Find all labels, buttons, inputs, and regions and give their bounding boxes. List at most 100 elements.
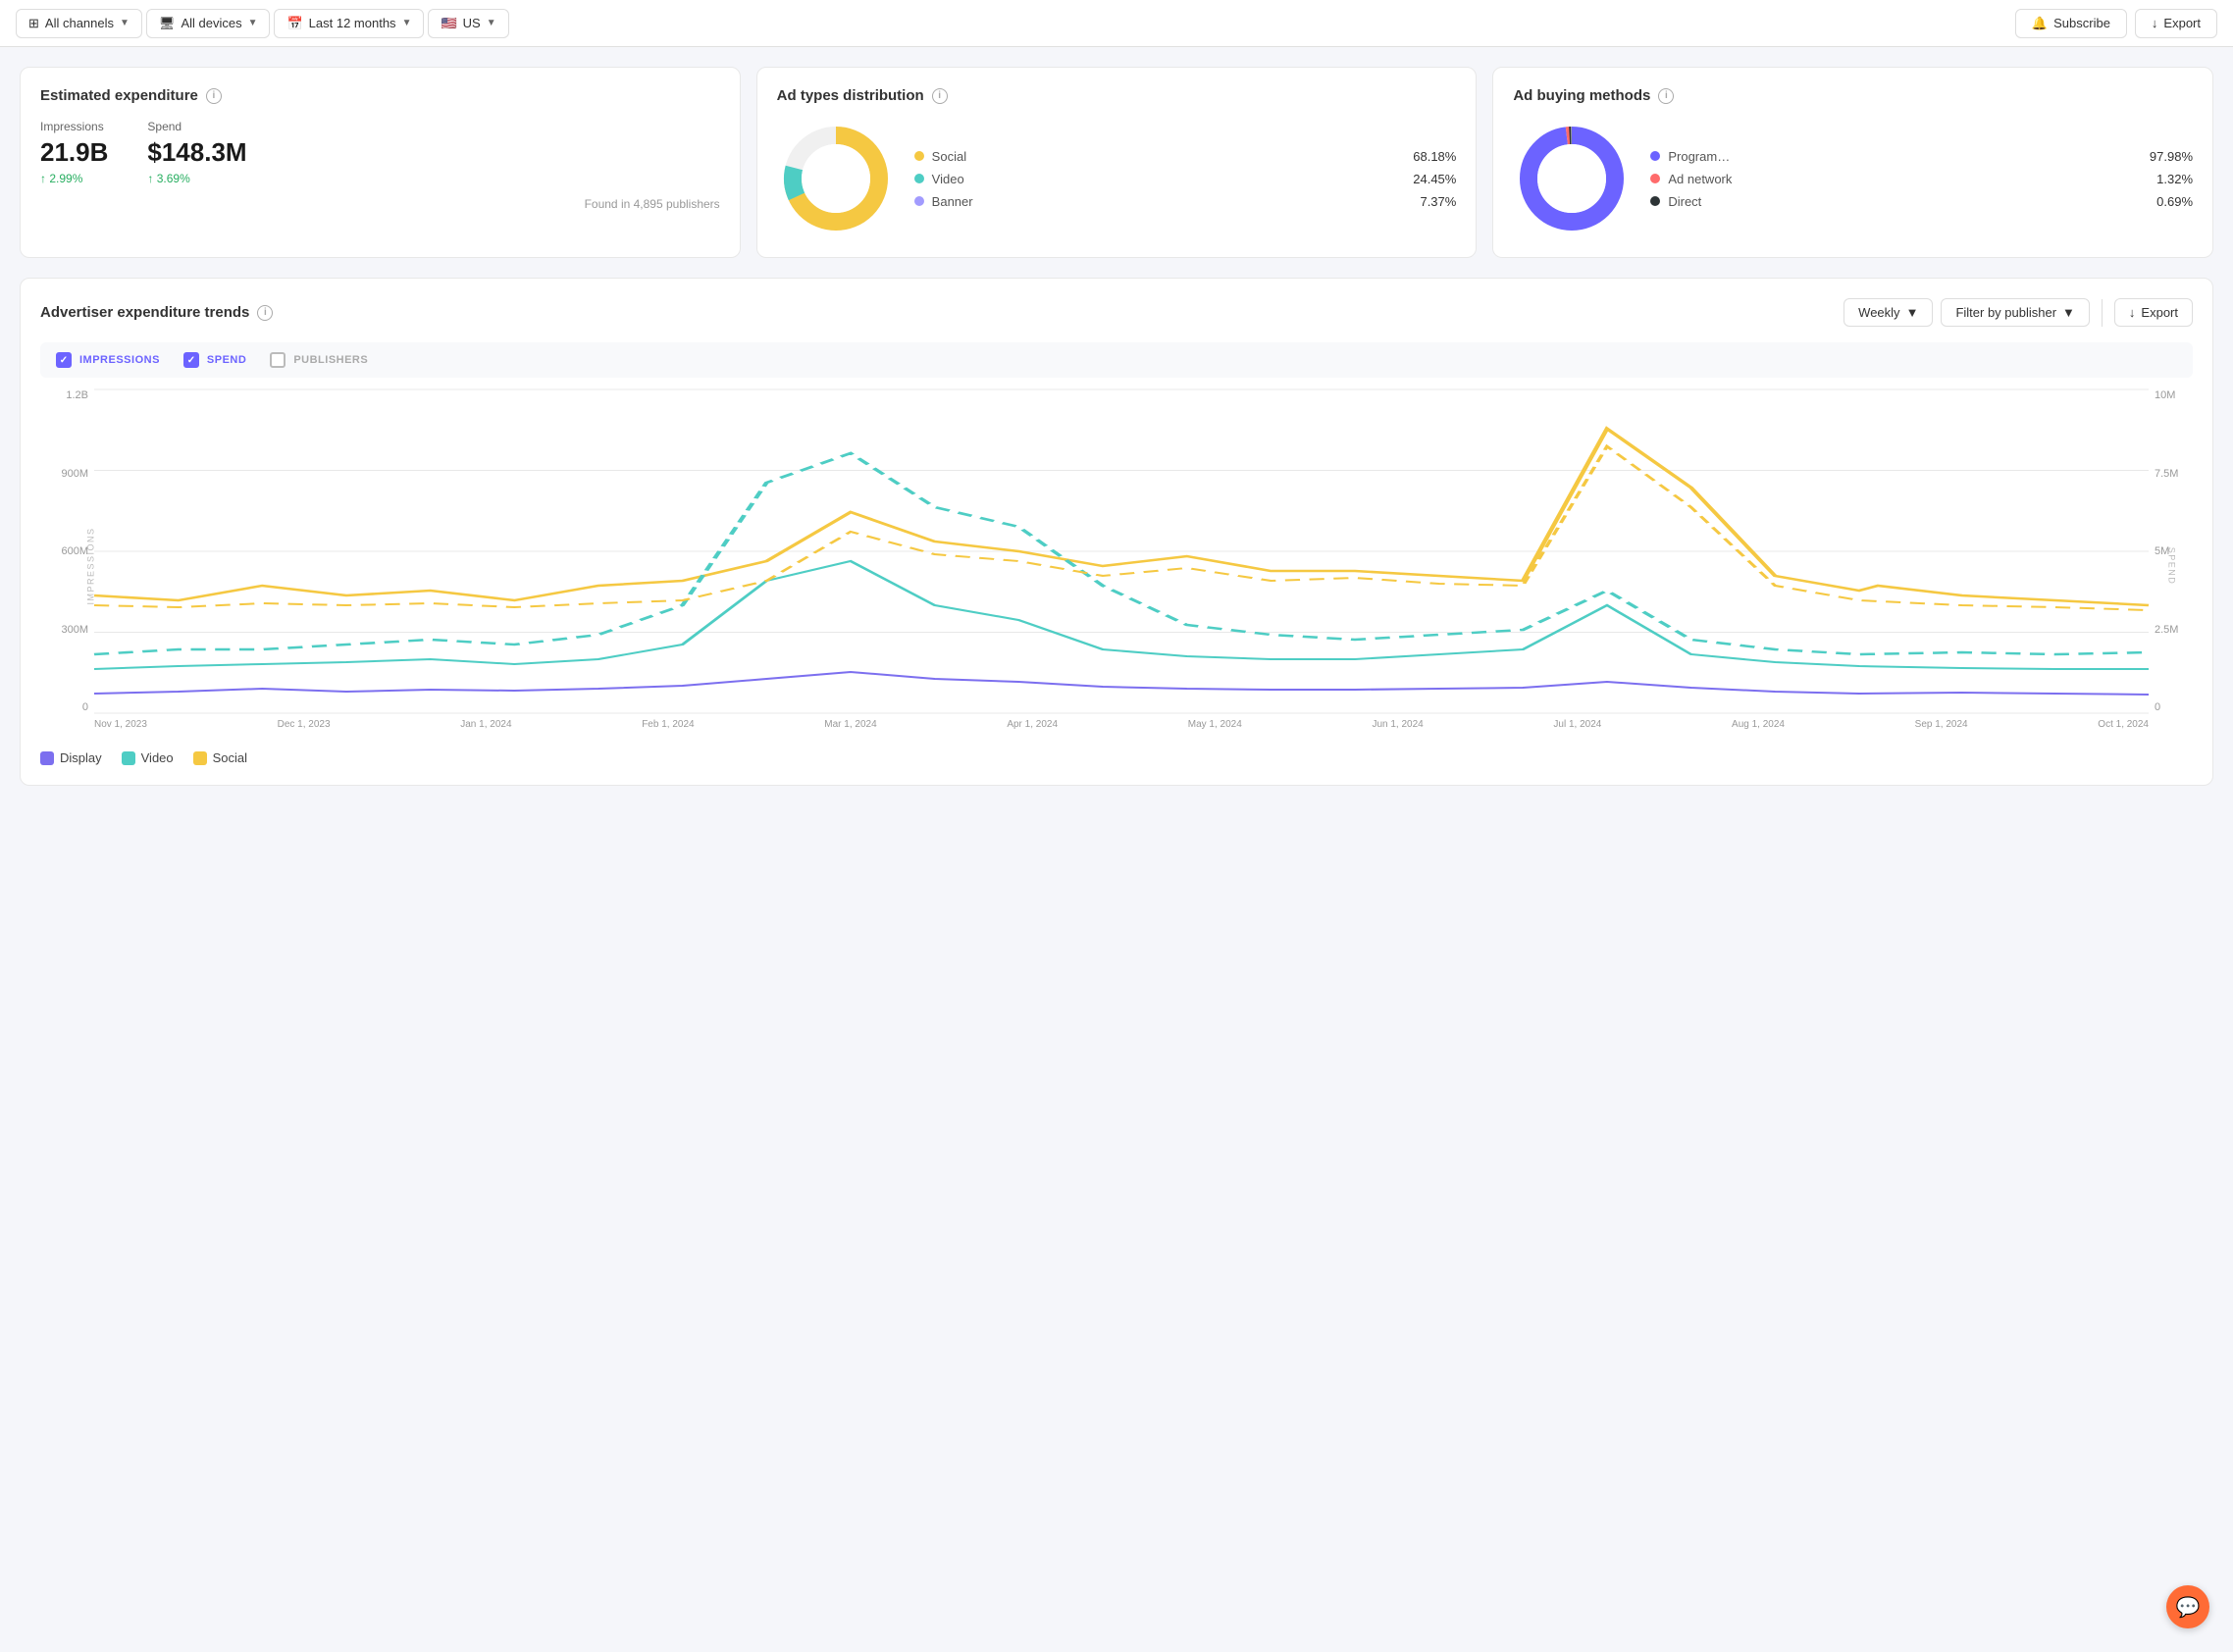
chat-button[interactable]: 💬 <box>2166 1585 2209 1628</box>
social-spend-line <box>94 446 2149 610</box>
impressions-delta: ↑ 2.99% <box>40 172 108 185</box>
legend-programmatic: Program… 97.98% <box>1650 149 2193 164</box>
weekly-button[interactable]: Weekly ▼ <box>1844 298 1933 327</box>
channels-filter[interactable]: ⊞ All channels ▼ <box>16 9 142 38</box>
divider <box>2102 299 2103 327</box>
found-publishers-text: Found in 4,895 publishers <box>40 197 720 211</box>
x-axis: Nov 1, 2023 Dec 1, 2023 Jan 1, 2024 Feb … <box>94 719 2149 743</box>
spend-metric: Spend $148.3M ↑ 3.69% <box>147 120 246 185</box>
video-dashed-line <box>94 453 2149 654</box>
caret-icon4: ▼ <box>487 18 496 28</box>
download-icon: ↓ <box>2152 16 2158 30</box>
social-line <box>94 429 2149 605</box>
subscribe-button[interactable]: 🔔 Subscribe <box>2015 9 2127 38</box>
buying-methods-title: Ad buying methods i <box>1513 87 2193 104</box>
direct-dot <box>1650 196 1660 206</box>
main-content: Estimated expenditure i Impressions 21.9… <box>0 47 2233 805</box>
buying-methods-donut-section: Program… 97.98% Ad network 1.32% Direct … <box>1513 120 2193 237</box>
chat-icon: 💬 <box>2176 1595 2201 1620</box>
devices-label: All devices <box>181 16 241 30</box>
devices-filter[interactable]: 🖥 All devices ▼ <box>146 9 271 38</box>
caret-icon2: ▼ <box>248 18 258 28</box>
impressions-check-box: ✓ <box>56 352 72 368</box>
export-label: Export <box>2163 16 2201 30</box>
display-legend-box <box>40 751 54 765</box>
caret-icon3: ▼ <box>402 18 412 28</box>
impressions-checkbox[interactable]: ✓ IMPRESSIONS <box>56 352 160 368</box>
video-legend-box <box>122 751 135 765</box>
trends-export-label: Export <box>2141 305 2178 320</box>
top-nav: ⊞ All channels ▼ 🖥 All devices ▼ 📅 Last … <box>0 0 2233 47</box>
buying-methods-donut-chart <box>1513 120 1631 237</box>
display-line <box>94 672 2149 695</box>
ad-types-info-icon[interactable]: i <box>932 88 948 104</box>
weekly-caret: ▼ <box>1906 305 1919 320</box>
legend-video-bottom: Video <box>122 750 174 765</box>
trends-header: Advertiser expenditure trends i Weekly ▼… <box>40 298 2193 327</box>
impressions-value: 21.9B <box>40 137 108 168</box>
weekly-label: Weekly <box>1858 305 1899 320</box>
filter-publisher-button[interactable]: Filter by publisher ▼ <box>1941 298 2089 327</box>
export-button[interactable]: ↓ Export <box>2135 9 2217 38</box>
expenditure-card: Estimated expenditure i Impressions 21.9… <box>20 67 741 258</box>
bottom-legend: Display Video Social <box>40 750 2193 765</box>
spend-check-box: ✓ <box>183 352 199 368</box>
spend-value: $148.3M <box>147 137 246 168</box>
checkbox-row: ✓ IMPRESSIONS ✓ SPEND PUBLISHERS <box>40 342 2193 378</box>
subscribe-label: Subscribe <box>2053 16 2110 30</box>
expenditure-metrics: Impressions 21.9B ↑ 2.99% Spend $148.3M … <box>40 120 720 185</box>
publishers-check-box <box>270 352 286 368</box>
impressions-metric: Impressions 21.9B ↑ 2.99% <box>40 120 108 185</box>
trends-download-icon: ↓ <box>2129 305 2136 320</box>
region-label: US <box>463 16 481 30</box>
expenditure-info-icon[interactable]: i <box>206 88 222 104</box>
bell-icon: 🔔 <box>2032 16 2048 31</box>
calendar-icon: 📅 <box>286 16 302 31</box>
publishers-checkbox[interactable]: PUBLISHERS <box>270 352 368 368</box>
ad-types-legend: Social 68.18% Video 24.45% Banner 7.37% <box>914 149 1457 209</box>
date-filter[interactable]: 📅 Last 12 months ▼ <box>274 9 424 38</box>
trends-controls: Weekly ▼ Filter by publisher ▼ ↓ Export <box>1844 298 2193 327</box>
ad-types-card: Ad types distribution i <box>756 67 1478 258</box>
social-legend-box <box>193 751 207 765</box>
spend-axis-label: SPEND <box>2167 547 2177 586</box>
ad-types-donut-section: Social 68.18% Video 24.45% Banner 7.37% <box>777 120 1457 237</box>
main-chart-svg <box>94 389 2149 713</box>
chart-inner <box>94 389 2149 713</box>
buying-methods-card: Ad buying methods i Program <box>1492 67 2213 258</box>
spend-checkbox[interactable]: ✓ SPEND <box>183 352 246 368</box>
ad-types-title: Ad types distribution i <box>777 87 1457 104</box>
banner-dot <box>914 196 924 206</box>
legend-social: Social 68.18% <box>914 149 1457 164</box>
summary-cards: Estimated expenditure i Impressions 21.9… <box>20 67 2213 258</box>
impressions-label: Impressions <box>40 120 108 133</box>
filter-publisher-label: Filter by publisher <box>1955 305 2056 320</box>
legend-social-bottom: Social <box>193 750 247 765</box>
legend-banner: Banner 7.37% <box>914 194 1457 209</box>
caret-icon: ▼ <box>120 18 130 28</box>
grid-icon: ⊞ <box>28 16 39 31</box>
legend-direct: Direct 0.69% <box>1650 194 2193 209</box>
ad-types-donut-chart <box>777 120 895 237</box>
trends-title: Advertiser expenditure trends i <box>40 304 1836 321</box>
flag-icon: 🇺🇸 <box>441 16 456 31</box>
channels-label: All channels <box>45 16 114 30</box>
spend-label: Spend <box>147 120 246 133</box>
trends-info-icon[interactable]: i <box>257 305 273 321</box>
trends-card: Advertiser expenditure trends i Weekly ▼… <box>20 278 2213 786</box>
filter-caret: ▼ <box>2062 305 2075 320</box>
adnetwork-dot <box>1650 174 1660 183</box>
video-dot <box>914 174 924 183</box>
legend-display: Display <box>40 750 102 765</box>
monitor-icon: 🖥 <box>159 16 176 31</box>
legend-adnetwork: Ad network 1.32% <box>1650 172 2193 186</box>
region-filter[interactable]: 🇺🇸 US ▼ <box>428 9 508 38</box>
expenditure-title: Estimated expenditure i <box>40 87 720 104</box>
nav-right-actions: 🔔 Subscribe ↓ Export <box>2015 9 2217 38</box>
chart-area: 1.2B 900M 600M 300M 0 10M 7.5M 5M 2.5M 0… <box>40 389 2193 743</box>
trends-export-button[interactable]: ↓ Export <box>2114 298 2193 327</box>
social-dot <box>914 151 924 161</box>
buying-methods-legend: Program… 97.98% Ad network 1.32% Direct … <box>1650 149 2193 209</box>
buying-methods-info-icon[interactable]: i <box>1658 88 1674 104</box>
programmatic-dot <box>1650 151 1660 161</box>
